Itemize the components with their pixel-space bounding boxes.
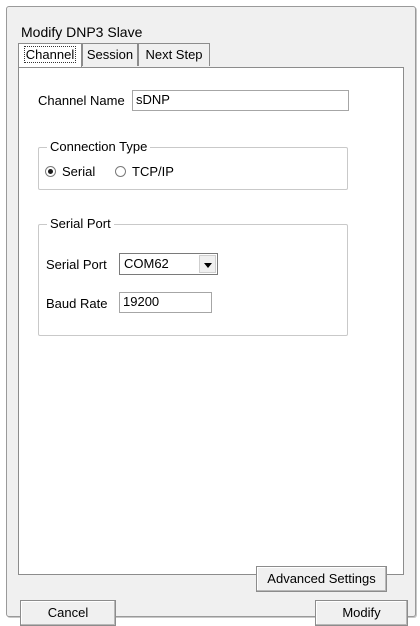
serial-port-group-title: Serial Port xyxy=(47,216,114,231)
baud-rate-label: Baud Rate xyxy=(46,296,108,311)
serial-port-value: COM62 xyxy=(124,256,169,271)
connection-type-group-title: Connection Type xyxy=(47,139,151,154)
radio-serial[interactable]: Serial xyxy=(45,164,95,179)
serial-port-select[interactable]: COM62 xyxy=(119,253,218,275)
dialog-title: Modify DNP3 Slave xyxy=(21,24,143,40)
serial-port-group: Serial Port xyxy=(38,216,348,336)
cancel-button[interactable]: Cancel xyxy=(20,600,116,626)
radio-serial-indicator xyxy=(45,166,56,177)
radio-tcpip[interactable]: TCP/IP xyxy=(115,164,174,179)
channel-name-label: Channel Name xyxy=(38,93,125,108)
chevron-down-icon[interactable] xyxy=(199,255,216,273)
channel-name-input[interactable]: sDNP xyxy=(132,90,349,111)
tab-channel-label: Channel xyxy=(23,46,77,63)
baud-rate-input[interactable]: 19200 xyxy=(119,292,212,313)
modify-button[interactable]: Modify xyxy=(315,600,408,626)
tab-channel[interactable]: Channel xyxy=(18,43,82,67)
radio-tcpip-label: TCP/IP xyxy=(132,164,174,179)
radio-serial-label: Serial xyxy=(62,164,96,179)
radio-tcpip-indicator xyxy=(115,166,126,177)
serial-port-label: Serial Port xyxy=(46,257,107,272)
tab-session-label: Session xyxy=(86,47,134,62)
tab-session[interactable]: Session xyxy=(82,43,138,66)
tab-next-step-label: Next Step xyxy=(145,47,203,62)
tab-next-step[interactable]: Next Step xyxy=(138,43,210,66)
advanced-settings-button[interactable]: Advanced Settings xyxy=(256,566,387,592)
